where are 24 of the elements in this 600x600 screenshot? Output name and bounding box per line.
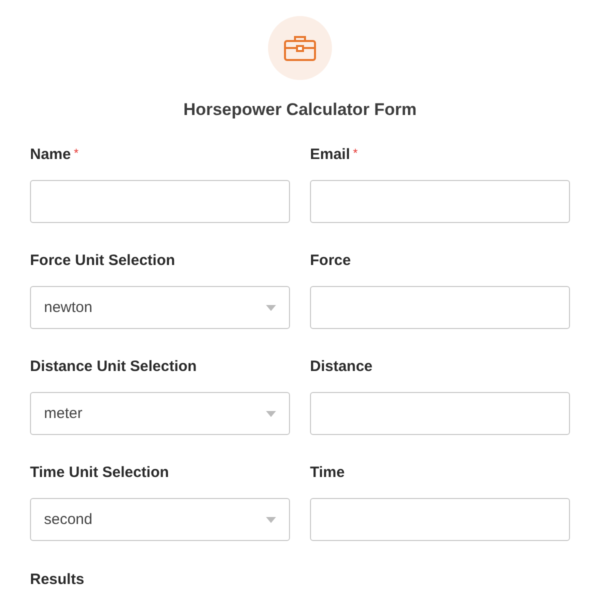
field-label: Force [310,252,351,269]
field-label: Time [310,464,345,481]
form-title: Horsepower Calculator Form [183,100,417,120]
results-label: Results [30,571,84,588]
briefcase-icon [283,34,317,62]
field-label: Email [310,146,350,163]
required-mark: * [353,146,358,160]
caret-icon [266,410,276,416]
input-field[interactable] [310,180,570,223]
required-mark: * [74,146,79,160]
caret-icon [266,516,276,522]
field-label: Force Unit Selection [30,252,176,269]
input-field[interactable] [310,392,570,435]
dropdown-field[interactable]: second [30,498,290,541]
field-label: Distance [310,358,373,375]
field-label: Name [30,146,71,163]
input-field[interactable] [30,180,290,223]
input-field[interactable] [310,286,570,329]
dropdown-field[interactable]: meter [30,392,290,435]
field-label: Time Unit Selection [30,464,169,481]
caret-icon [266,304,276,310]
field-label: Distance Unit Selection [30,358,197,375]
input-field[interactable] [310,498,570,541]
dropdown-field[interactable]: newton [30,286,290,329]
